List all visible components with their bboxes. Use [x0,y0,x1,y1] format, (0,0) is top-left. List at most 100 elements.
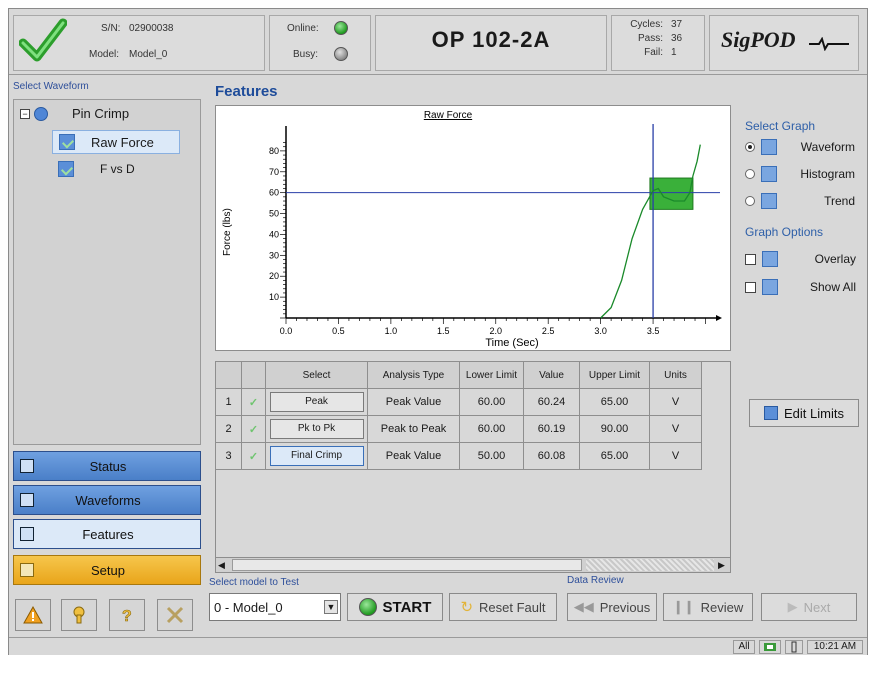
serial-label: S/N: [101,23,121,34]
station-title: OP 102-2A [431,27,551,52]
nav-setup-button[interactable]: Setup [13,555,201,585]
show-all-option[interactable]: Show All [745,279,856,295]
waveform-check-icon [58,161,74,177]
select-feature-button[interactable]: Peak [269,392,364,412]
raw-force-chart: Raw Force Force (lbs) Time (Sec) 10 20 30 4… [215,105,731,351]
process-icon [34,106,48,121]
tree-item-raw-force[interactable]: Raw Force [52,130,180,154]
clock: 10:21 AM [807,640,863,654]
histogram-option-label: Histogram [800,167,855,181]
app-window: S/N: 02900038 Model: Model_0 Online: Bus… [8,8,868,655]
pass-label: Pass: [637,33,663,44]
features-table: Select Analysis Type Lower Limit Value U… [215,361,702,470]
table-row[interactable]: 3 ✓ Final Crimp Peak Value 50.00 60.08 6… [215,442,702,470]
y-tick-label: 20 [269,271,279,281]
reset-fault-button[interactable]: ↻ Reset Fault [449,593,557,621]
alarm-button[interactable] [15,599,51,631]
tools-button[interactable] [157,599,193,631]
tree-item-f-vs-d[interactable]: F vs D [52,158,180,180]
y-tick-label: 30 [269,250,279,260]
table-header-row: Select Analysis Type Lower Limit Value U… [215,361,702,389]
fail-value: 1 [671,47,677,58]
col-header: Value [523,361,580,389]
trend-graph-icon [761,193,777,209]
overlay-option-label: Overlay [814,252,856,266]
previous-button[interactable]: ◀◀ Previous [567,593,657,621]
waveform-tree: − Pin Crimp Raw Force F vs D [13,99,201,445]
maintenance-button[interactable] [61,599,97,631]
next-button[interactable]: ▶ Next [761,593,857,621]
overlay-option[interactable]: Overlay [745,251,856,267]
help-button[interactable]: ? [109,599,145,631]
edit-limits-button[interactable]: Edit Limits [749,399,859,427]
pass-tick-icon: ✓ [241,442,266,470]
next-label: Next [803,599,831,615]
svg-text:?: ? [122,608,132,624]
edit-limits-label: Edit Limits [784,405,844,421]
start-label: START [382,598,432,616]
x-tick-label: 2.0 [489,326,502,336]
model-select[interactable]: 0 - Model_0 ▼ [209,593,341,621]
analysis-type-cell: Peak to Peak [367,415,460,443]
header-bar: S/N: 02900038 Model: Model_0 Online: Bus… [9,9,867,75]
select-feature-button[interactable]: Pk to Pk [269,419,364,439]
tree-root-label: Pin Crimp [72,106,130,121]
show-all-checkbox[interactable] [745,281,756,293]
analysis-type-cell: Peak Value [367,388,460,416]
wrench-tool-icon [73,606,85,624]
nav-features-button[interactable]: Features [13,519,201,549]
graph-trend-option[interactable]: Trend [745,193,855,209]
crossed-tools-icon [166,606,184,624]
busy-label: Busy: [293,49,319,60]
show-all-icon [762,279,778,295]
y-tick-label: 80 [269,146,279,156]
status-bar: All 10:21 AM [9,637,867,655]
value-cell: 60.08 [523,442,580,470]
help-icon: ? [122,608,132,624]
collapse-toggle-icon[interactable]: − [20,108,30,119]
pass-value: 36 [671,33,683,44]
trend-radio[interactable] [745,196,755,206]
chart-canvas: Raw Force Force (lbs) Time (Sec) 10 20 30 4… [222,110,722,349]
review-button[interactable]: ❙❙ Review [663,593,753,621]
model-value: Model_0 [129,49,168,60]
y-tick-label: 10 [269,292,279,302]
col-header: Upper Limit [579,361,650,389]
warning-icon [23,606,43,624]
row-number: 3 [215,442,242,470]
waveform-radio[interactable] [745,142,755,152]
row-number: 1 [215,388,242,416]
scroll-left-icon[interactable]: ◀ [218,560,228,570]
histogram-radio[interactable] [745,169,755,179]
scroll-right-icon[interactable]: ▶ [718,560,728,570]
x-axis-label: Time (Sec) [485,337,538,349]
state-box [269,15,371,71]
graph-waveform-option[interactable]: Waveform [745,139,855,155]
pass-check-icon [19,18,67,62]
edit-limits-icon [764,406,779,420]
graph-histogram-option[interactable]: Histogram [745,166,855,182]
scroll-thumb[interactable] [232,559,582,571]
x-axis-arrow [716,315,722,321]
overlay-checkbox[interactable] [745,253,756,265]
show-all-option-label: Show All [809,280,856,294]
select-feature-button[interactable]: Final Crimp [269,446,364,466]
nav-waveforms-label: Waveforms [75,492,141,508]
table-row[interactable]: 2 ✓ Pk to Pk Peak to Peak 60.00 60.19 90… [215,415,702,443]
model-label: Model: [89,49,120,60]
nav-status-label: Status [89,458,127,474]
sigpod-logo: SigPOD [721,27,796,52]
pause-icon: ❙❙ [672,599,695,614]
col-header: Select [265,361,368,389]
chevron-down-icon[interactable]: ▼ [324,600,338,614]
tree-root-pin-crimp[interactable]: − Pin Crimp [20,106,129,121]
pass-tick-icon: ✓ [241,388,266,416]
table-horizontal-scrollbar[interactable]: ◀ ▶ [215,557,731,573]
nav-status-button[interactable]: Status [13,451,201,481]
y-tick-label: 70 [269,167,279,177]
x-tick-label: 0.5 [332,326,345,336]
start-button[interactable]: START [347,593,443,621]
nav-waveforms-button[interactable]: Waveforms [13,485,201,515]
table-row[interactable]: 1 ✓ Peak Peak Value 60.00 60.24 65.00 V [215,388,702,416]
value-cell: 60.19 [523,415,580,443]
